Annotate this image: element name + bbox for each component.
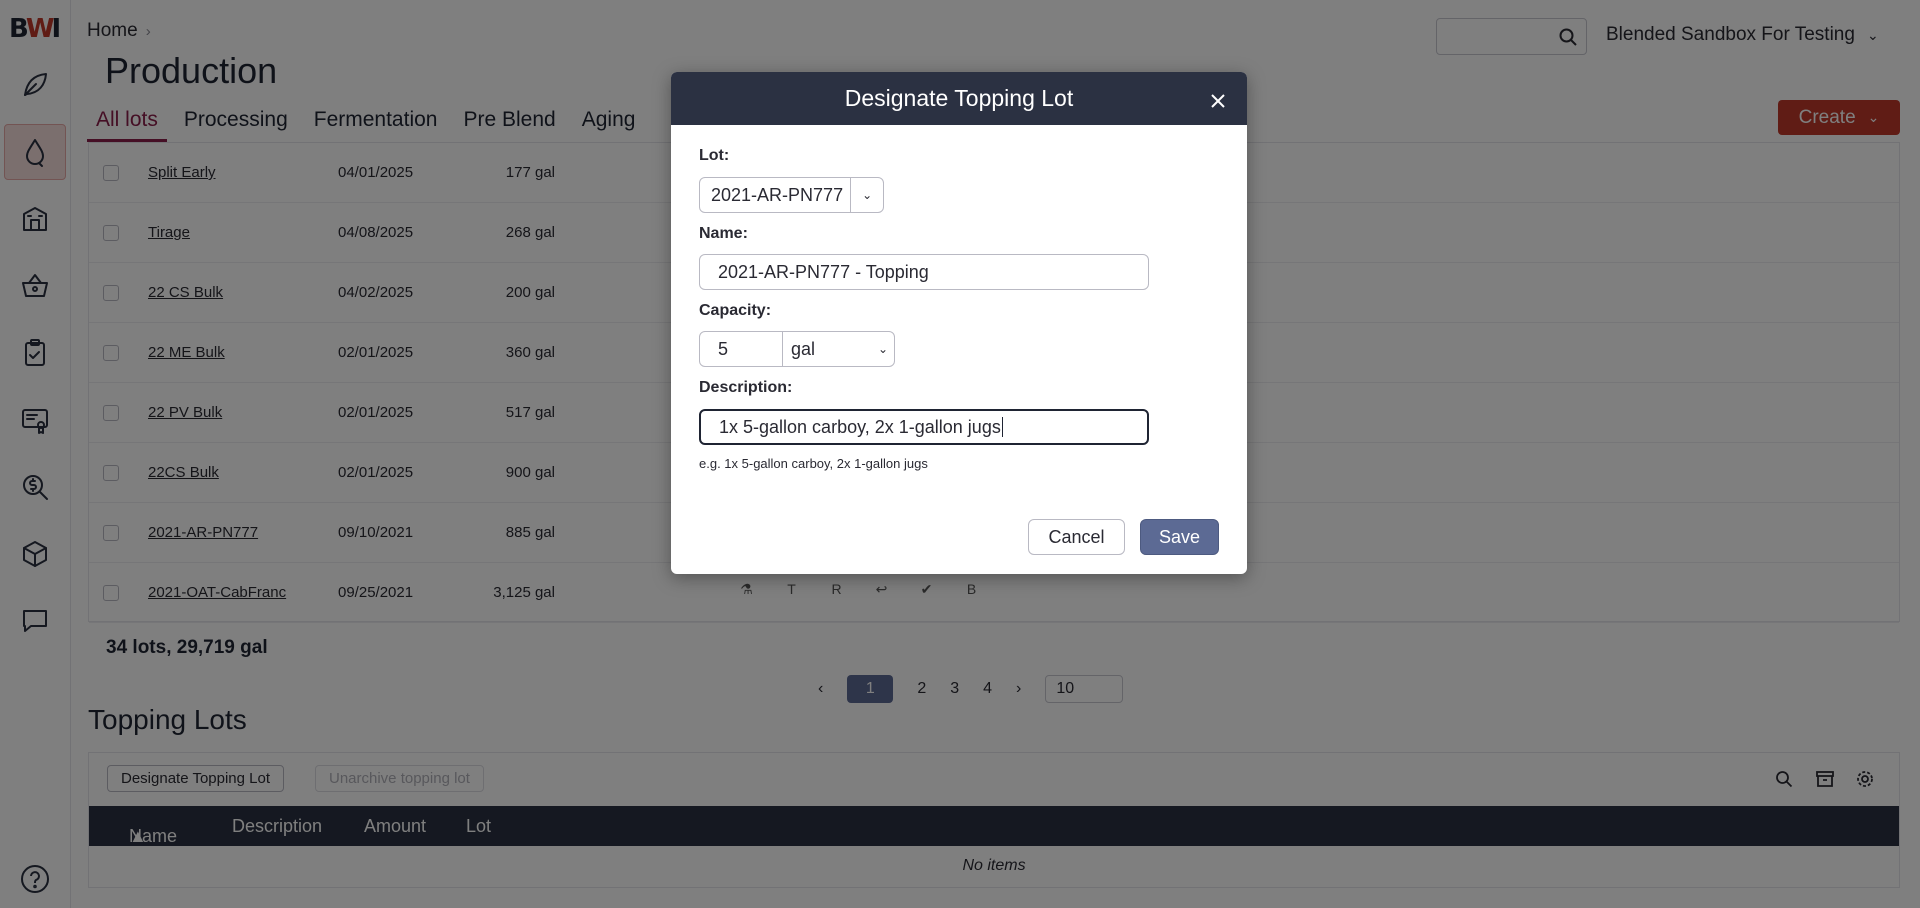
description-field[interactable]: 1x 5-gallon carboy, 2x 1-gallon jugs <box>699 409 1149 445</box>
dialog-header: Designate Topping Lot <box>671 72 1247 125</box>
unit-value: gal <box>791 338 816 359</box>
description-hint: e.g. 1x 5-gallon carboy, 2x 1-gallon jug… <box>699 456 928 471</box>
cancel-button[interactable]: Cancel <box>1028 519 1125 555</box>
chevron-down-icon: ⌄ <box>877 342 888 356</box>
chevron-down-icon[interactable]: ⌄ <box>850 178 883 212</box>
description-value: 1x 5-gallon carboy, 2x 1-gallon jugs <box>719 416 1001 437</box>
capacity-label: Capacity: <box>699 302 772 319</box>
description-label: Description: <box>699 379 793 396</box>
lot-label: Lot: <box>699 147 730 164</box>
name-label: Name: <box>699 225 748 242</box>
name-value: 2021-AR-PN777 - Topping <box>718 261 929 282</box>
lot-select-value: 2021-AR-PN777 <box>711 184 844 205</box>
capacity-field[interactable]: 5 <box>699 331 783 367</box>
designate-topping-lot-dialog: Designate Topping Lot Lot: 2021-AR-PN777… <box>671 72 1247 574</box>
capacity-value: 5 <box>718 338 729 359</box>
name-field[interactable]: 2021-AR-PN777 - Topping <box>699 254 1149 290</box>
text-caret <box>1001 417 1003 437</box>
dialog-title: Designate Topping Lot <box>844 85 1074 111</box>
close-icon[interactable] <box>1209 89 1227 108</box>
lot-select[interactable]: 2021-AR-PN777 ⌄ <box>699 177 884 213</box>
save-button[interactable]: Save <box>1140 519 1219 555</box>
capacity-unit-select[interactable]: gal ⌄ <box>782 331 895 367</box>
